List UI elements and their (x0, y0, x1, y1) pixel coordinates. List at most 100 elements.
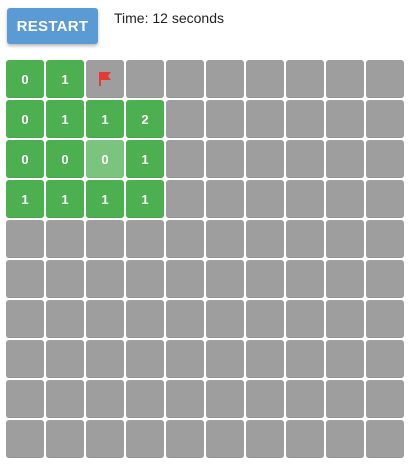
hidden-cell[interactable] (326, 60, 364, 98)
hidden-cell[interactable] (206, 140, 244, 178)
hidden-cell[interactable] (46, 260, 84, 298)
flagged-cell[interactable] (86, 60, 124, 98)
hidden-cell[interactable] (286, 300, 324, 338)
revealed-cell[interactable]: 1 (126, 140, 164, 178)
hidden-cell[interactable] (166, 220, 204, 258)
hidden-cell[interactable] (6, 380, 44, 418)
hidden-cell[interactable] (286, 140, 324, 178)
hidden-cell[interactable] (246, 380, 284, 418)
revealed-cell[interactable]: 1 (46, 180, 84, 218)
hidden-cell[interactable] (86, 260, 124, 298)
hidden-cell[interactable] (366, 100, 404, 138)
hidden-cell[interactable] (366, 140, 404, 178)
hidden-cell[interactable] (166, 300, 204, 338)
hidden-cell[interactable] (166, 340, 204, 378)
hidden-cell[interactable] (126, 380, 164, 418)
hidden-cell[interactable] (166, 260, 204, 298)
hidden-cell[interactable] (326, 100, 364, 138)
hidden-cell[interactable] (86, 340, 124, 378)
hidden-cell[interactable] (126, 340, 164, 378)
hidden-cell[interactable] (366, 340, 404, 378)
hidden-cell[interactable] (366, 220, 404, 258)
hidden-cell[interactable] (246, 420, 284, 458)
hidden-cell[interactable] (246, 260, 284, 298)
hidden-cell[interactable] (206, 300, 244, 338)
hidden-cell[interactable] (166, 60, 204, 98)
hidden-cell[interactable] (206, 380, 244, 418)
revealed-cell[interactable]: 2 (126, 100, 164, 138)
hidden-cell[interactable] (6, 420, 44, 458)
hidden-cell[interactable] (246, 300, 284, 338)
hidden-cell[interactable] (286, 220, 324, 258)
hidden-cell[interactable] (206, 180, 244, 218)
hidden-cell[interactable] (246, 180, 284, 218)
hidden-cell[interactable] (286, 180, 324, 218)
hidden-cell[interactable] (366, 380, 404, 418)
hidden-cell[interactable] (86, 380, 124, 418)
hidden-cell[interactable] (46, 420, 84, 458)
revealed-cell[interactable]: 1 (126, 180, 164, 218)
hidden-cell[interactable] (126, 220, 164, 258)
hidden-cell[interactable] (286, 380, 324, 418)
hidden-cell[interactable] (46, 340, 84, 378)
hidden-cell[interactable] (206, 60, 244, 98)
hidden-cell[interactable] (206, 260, 244, 298)
hidden-cell[interactable] (366, 60, 404, 98)
hidden-cell[interactable] (126, 300, 164, 338)
hidden-cell[interactable] (286, 340, 324, 378)
hidden-cell[interactable] (6, 340, 44, 378)
revealed-cell[interactable]: 1 (46, 60, 84, 98)
hidden-cell[interactable] (86, 420, 124, 458)
hidden-cell[interactable] (166, 380, 204, 418)
revealed-cell[interactable]: 1 (46, 100, 84, 138)
hidden-cell[interactable] (206, 340, 244, 378)
hidden-cell[interactable] (86, 300, 124, 338)
revealed-cell[interactable]: 0 (6, 100, 44, 138)
hidden-cell[interactable] (366, 260, 404, 298)
hidden-cell[interactable] (46, 380, 84, 418)
hidden-cell[interactable] (366, 300, 404, 338)
hidden-cell[interactable] (246, 340, 284, 378)
revealed-cell[interactable]: 0 (6, 140, 44, 178)
hidden-cell[interactable] (46, 300, 84, 338)
hidden-cell[interactable] (166, 140, 204, 178)
hidden-cell[interactable] (326, 220, 364, 258)
hidden-cell[interactable] (126, 260, 164, 298)
hidden-cell[interactable] (326, 340, 364, 378)
hidden-cell[interactable] (246, 60, 284, 98)
hidden-cell[interactable] (366, 180, 404, 218)
hidden-cell[interactable] (326, 180, 364, 218)
hidden-cell[interactable] (326, 420, 364, 458)
hidden-cell[interactable] (286, 60, 324, 98)
revealed-cell[interactable]: 0 (6, 60, 44, 98)
hidden-cell[interactable] (206, 420, 244, 458)
revealed-cell[interactable]: 1 (6, 180, 44, 218)
hidden-cell[interactable] (326, 380, 364, 418)
revealed-cell[interactable]: 1 (86, 100, 124, 138)
hidden-cell[interactable] (286, 420, 324, 458)
hidden-cell[interactable] (166, 100, 204, 138)
hidden-cell[interactable] (366, 420, 404, 458)
hidden-cell[interactable] (86, 220, 124, 258)
hidden-cell[interactable] (286, 100, 324, 138)
hidden-cell[interactable] (166, 180, 204, 218)
hidden-cell[interactable] (246, 100, 284, 138)
hidden-cell[interactable] (326, 260, 364, 298)
hidden-cell[interactable] (326, 300, 364, 338)
hidden-cell[interactable] (206, 220, 244, 258)
revealed-cell[interactable]: 1 (86, 180, 124, 218)
hidden-cell[interactable] (206, 100, 244, 138)
hidden-cell[interactable] (126, 60, 164, 98)
hidden-cell[interactable] (326, 140, 364, 178)
hidden-cell[interactable] (6, 260, 44, 298)
hidden-cell[interactable] (126, 420, 164, 458)
hidden-cell[interactable] (6, 220, 44, 258)
restart-button[interactable]: RESTART (7, 8, 98, 44)
hidden-cell[interactable] (246, 140, 284, 178)
hidden-cell[interactable] (6, 300, 44, 338)
hidden-cell[interactable] (46, 220, 84, 258)
hidden-cell[interactable] (246, 220, 284, 258)
revealed-cell[interactable]: 0 (46, 140, 84, 178)
revealed-cell[interactable]: 0 (86, 140, 124, 178)
hidden-cell[interactable] (286, 260, 324, 298)
